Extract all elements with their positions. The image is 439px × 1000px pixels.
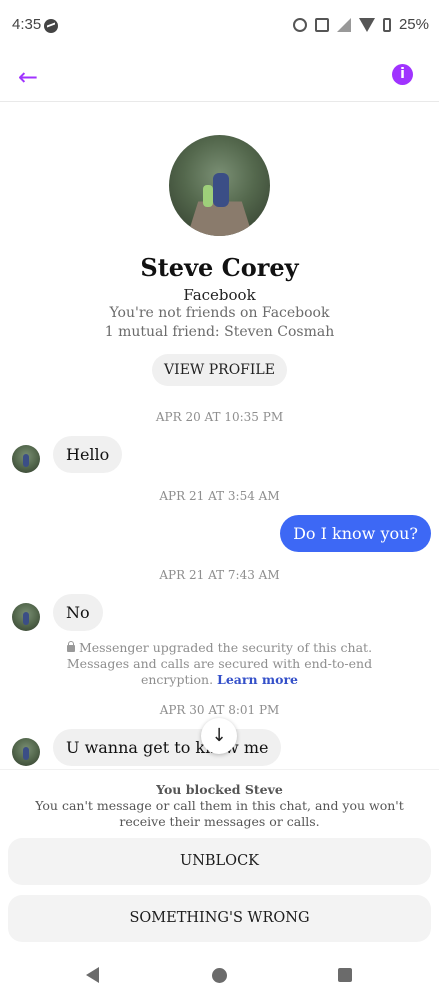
messenger-icon xyxy=(44,19,58,33)
status-icons: 25% xyxy=(292,16,429,33)
incoming-message[interactable]: Hello xyxy=(53,436,123,473)
learn-more-link[interactable]: Learn more xyxy=(217,672,298,687)
nav-home-icon[interactable] xyxy=(212,968,227,983)
wifi-icon xyxy=(358,17,375,32)
incoming-message[interactable]: No xyxy=(53,594,103,631)
profile-avatar[interactable] xyxy=(169,135,270,236)
avatar-photo-child xyxy=(203,185,213,207)
sender-avatar[interactable] xyxy=(12,603,40,631)
mutual-friends: 1 mutual friend: Steven Cosmah xyxy=(104,324,335,340)
message-timestamp: APR 21 AT 7:43 AM xyxy=(159,568,280,582)
blocked-panel: You blocked Steve You can't message or c… xyxy=(0,770,439,960)
outgoing-message[interactable]: Do I know you? xyxy=(280,515,431,552)
battery-percent: 25% xyxy=(398,16,429,33)
message-timestamp: APR 21 AT 3:54 AM xyxy=(159,489,280,503)
signal-icon xyxy=(336,17,351,32)
blocked-description: You can't message or call them in this c… xyxy=(35,798,404,829)
conversation-header: ← i xyxy=(0,52,439,102)
profile-name: Steve Corey xyxy=(140,253,299,282)
incoming-message[interactable]: U wanna get to know me xyxy=(53,729,282,766)
sender-avatar[interactable] xyxy=(12,445,40,473)
message-timestamp: APR 30 AT 8:01 PM xyxy=(159,703,280,717)
status-time: 4:35 xyxy=(12,16,42,33)
lock-icon xyxy=(66,641,75,652)
status-bar: 4:35 25% xyxy=(0,0,439,52)
arrow-down-icon[interactable]: ↓ xyxy=(201,718,237,754)
message-timestamp: APR 20 AT 10:35 PM xyxy=(155,410,284,424)
alarm-icon xyxy=(292,17,307,32)
nav-back-icon[interactable] xyxy=(86,967,99,983)
nav-recents-icon[interactable] xyxy=(338,968,352,982)
friend-status: You're not friends on Facebook xyxy=(109,305,330,321)
encryption-notice: Messenger upgraded the security of this … xyxy=(60,640,379,688)
sender-avatar[interactable] xyxy=(12,738,40,766)
battery-icon xyxy=(382,17,391,32)
unblock-button[interactable]: UNBLOCK xyxy=(8,838,431,885)
profile-source: Facebook xyxy=(183,286,256,304)
system-nav-bar xyxy=(0,950,439,1000)
arrow-left-icon[interactable]: ← xyxy=(14,63,42,91)
avatar-photo-adult xyxy=(213,173,229,207)
blocked-title: You blocked Steve xyxy=(156,782,283,797)
info-icon[interactable]: i xyxy=(392,64,413,85)
nfc-icon xyxy=(314,17,329,32)
somethings-wrong-button[interactable]: SOMETHING'S WRONG xyxy=(8,895,431,942)
view-profile-button[interactable]: VIEW PROFILE xyxy=(152,354,287,386)
